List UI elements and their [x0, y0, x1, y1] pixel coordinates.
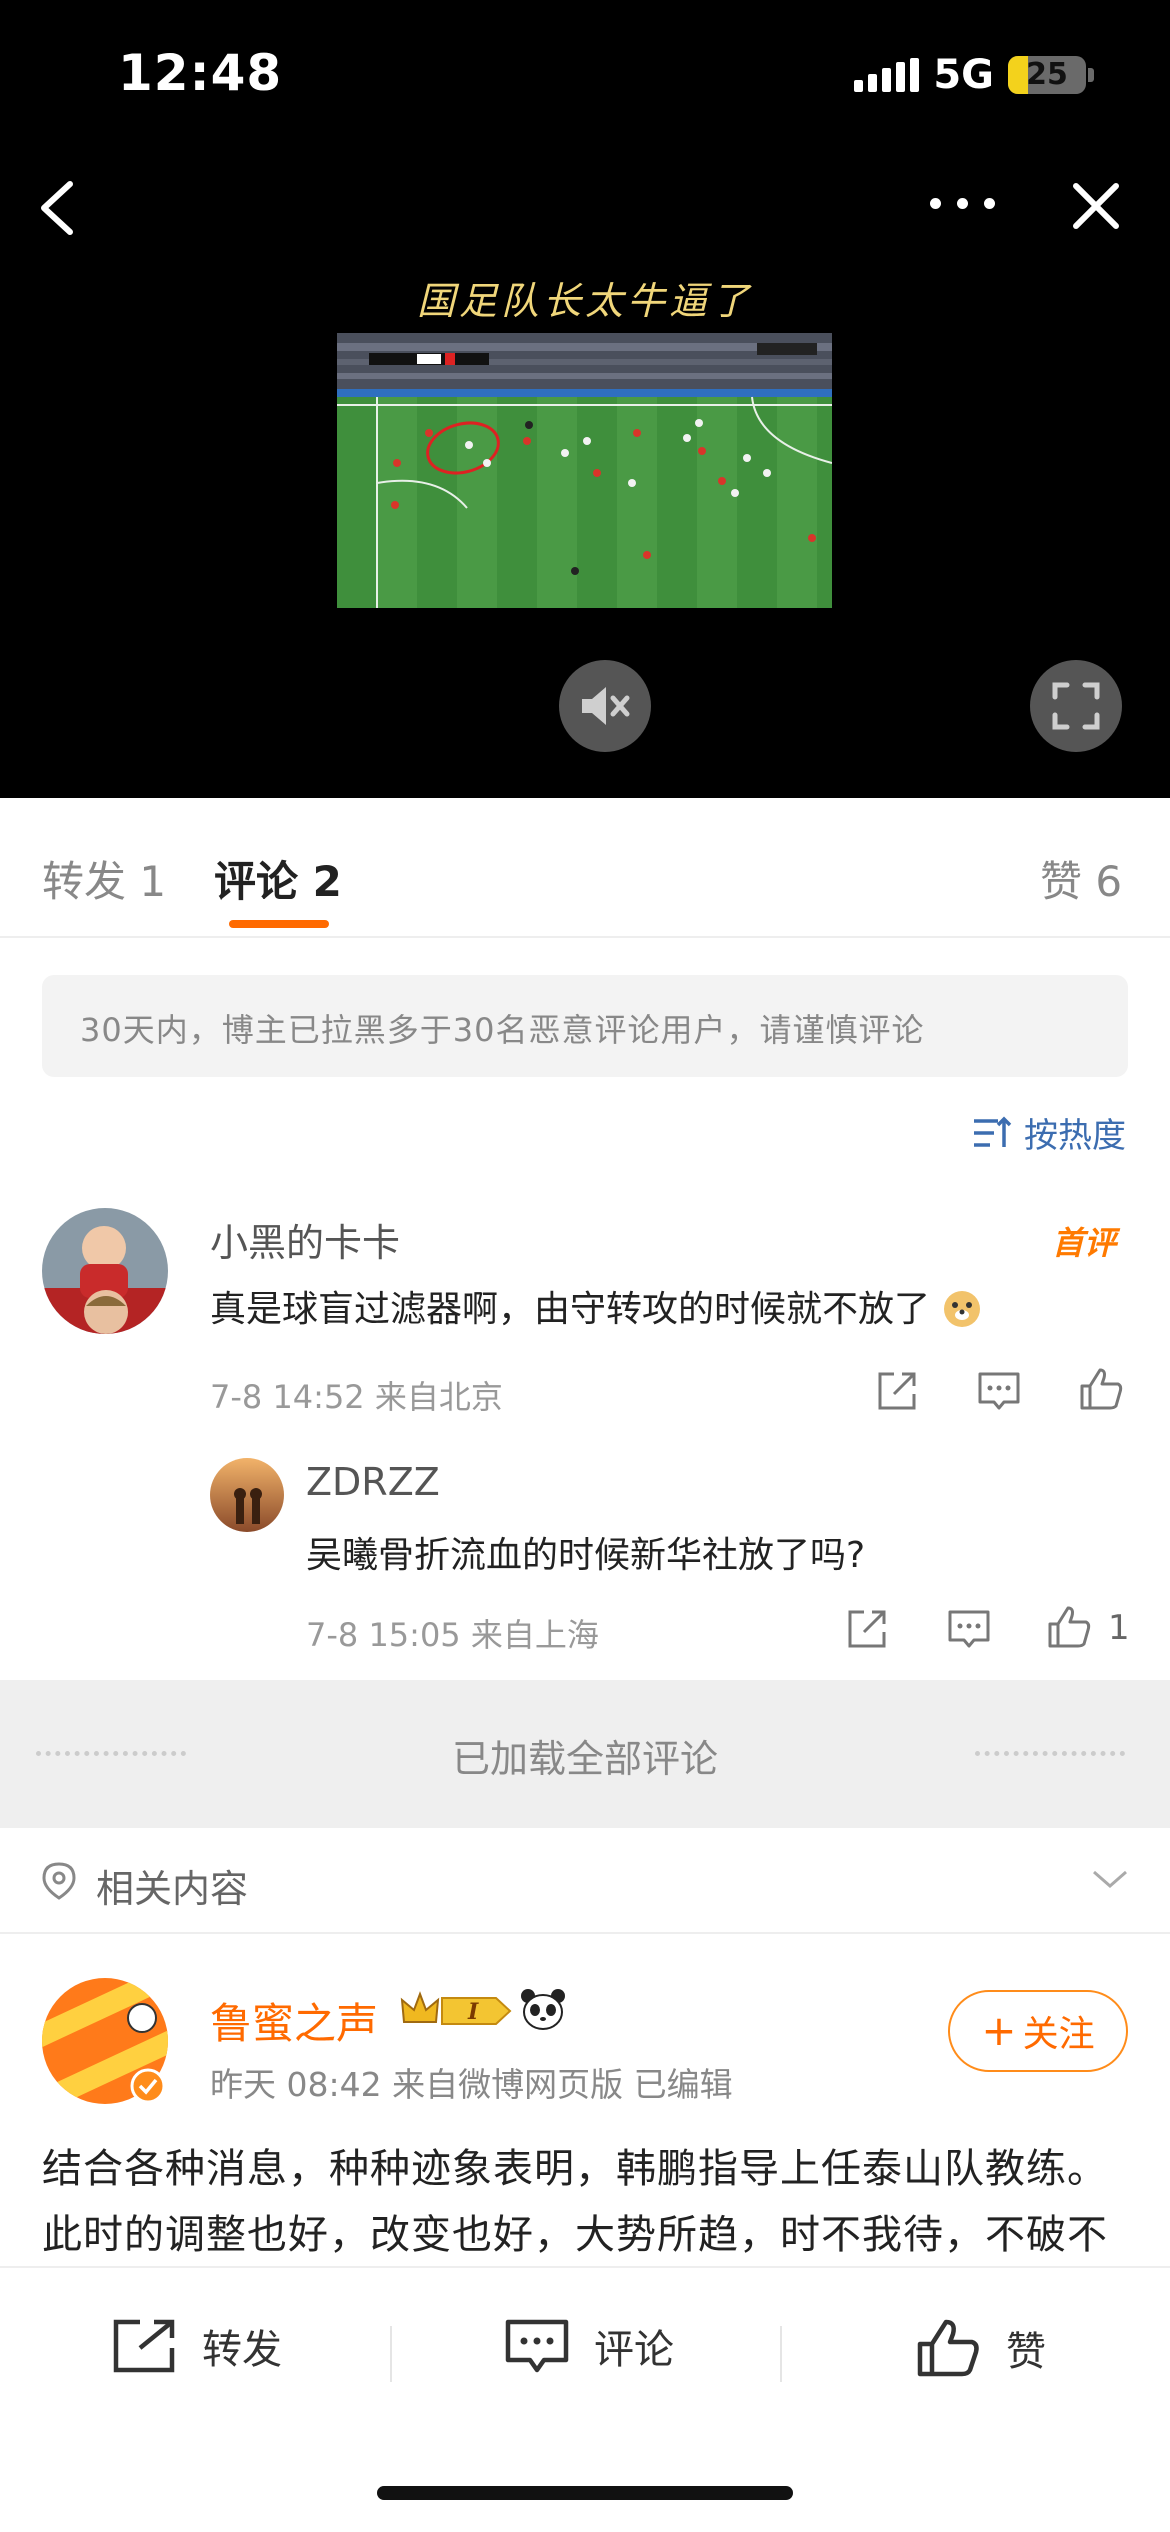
follow-label: 关注 — [1022, 2014, 1095, 2055]
like-label: 赞 — [1006, 2329, 1046, 2375]
comment-icon[interactable] — [974, 1366, 1024, 1416]
tab-bar: 转发 1 评论 2 赞 6 — [0, 798, 1170, 938]
video-player[interactable]: 国足队长太牛逼了 — [0, 150, 1170, 798]
follow-button[interactable]: + 关注 — [948, 1990, 1128, 2072]
status-indicators: 5G 25 — [854, 52, 1094, 98]
reply-meta: 7-8 15:05 来自上海 — [306, 1616, 599, 1654]
battery-percent: 25 — [1026, 57, 1068, 92]
mute-button[interactable] — [559, 660, 651, 752]
all-comments-loaded: 已加载全部评论 — [0, 1680, 1170, 1828]
repost-label: 转发 — [202, 2327, 282, 2373]
divider — [780, 2326, 782, 2382]
comment-username[interactable]: 小黑的卡卡 — [210, 1212, 400, 1267]
repost-button[interactable]: 转发 — [110, 2316, 282, 2376]
signal-icon — [854, 58, 920, 92]
comment-button[interactable]: 评论 — [502, 2316, 674, 2376]
commenter-avatar-image — [42, 1208, 168, 1334]
reply-avatar[interactable] — [210, 1458, 284, 1532]
active-tab-indicator — [229, 920, 329, 928]
repost-icon — [113, 2319, 175, 2373]
more-icon[interactable] — [930, 198, 1000, 218]
battery-icon: 25 — [1008, 56, 1086, 94]
comment-notice: 30天内，博主已拉黑多于30名恶意评论用户，请谨慎评论 — [42, 975, 1128, 1077]
reply-avatar-image — [210, 1458, 284, 1532]
reply-like-count: 1 — [1108, 1608, 1130, 1648]
close-icon[interactable] — [1070, 180, 1122, 232]
post-meta: 昨天 08:42 来自微博网页版 已编辑 — [210, 2065, 733, 2104]
related-label: 相关内容 — [96, 1867, 249, 1911]
network-type: 5G — [933, 52, 994, 98]
bottom-action-bar: 转发 评论 赞 — [0, 2266, 1170, 2532]
fullscreen-button[interactable] — [1030, 660, 1122, 752]
panda-icon — [521, 1989, 565, 2030]
tab-like[interactable]: 赞 6 — [1040, 848, 1122, 909]
video-caption: 国足队长太牛逼了 — [416, 279, 753, 323]
divider — [975, 1751, 1125, 1756]
status-time: 12:48 — [118, 44, 283, 102]
level-badge-text: I — [467, 1999, 479, 2025]
comment-label: 评论 — [594, 2327, 674, 2373]
like-icon — [917, 2319, 979, 2377]
back-icon[interactable] — [34, 178, 80, 238]
reply-text: 吴曦骨折流血的时候新华社放了吗? — [306, 1535, 866, 1576]
sort-label: 按热度 — [1024, 1116, 1126, 1156]
post-username[interactable]: 鲁蜜之声 — [210, 1990, 378, 2051]
comment-icon — [505, 2319, 569, 2373]
doge-emoji-icon — [944, 1291, 981, 1327]
like-icon[interactable] — [1076, 1364, 1126, 1414]
video-frame[interactable] — [337, 333, 832, 608]
post-text[interactable]: 结合各种消息，种种迹象表明，韩鹏指导上任泰山队教练。此时的调整也好，改变也好，大… — [42, 2136, 1132, 2268]
sort-button[interactable]: 按热度 — [972, 1108, 1126, 1157]
fullscreen-icon — [1052, 682, 1100, 730]
chevron-down-icon[interactable] — [1090, 1866, 1130, 1892]
plus-icon: + — [981, 2006, 1017, 2055]
tab-repost[interactable]: 转发 1 — [42, 848, 166, 909]
comment-text-content: 真是球盲过滤器啊，由守转攻的时候就不放了 — [210, 1289, 931, 1330]
comment-text: 真是球盲过滤器啊，由守转攻的时候就不放了 — [210, 1280, 983, 1332]
share-icon[interactable] — [872, 1366, 922, 1416]
first-comment-badge: 首评 — [1052, 1224, 1117, 1262]
like-icon[interactable] — [1044, 1602, 1094, 1652]
like-button[interactable]: 赞 — [914, 2316, 1046, 2380]
mute-icon — [582, 687, 630, 725]
level-badge-icon: I — [400, 1991, 512, 2025]
reply-username[interactable]: ZDRZZ — [306, 1460, 440, 1504]
share-icon[interactable] — [842, 1604, 892, 1654]
verified-badge-icon — [130, 2068, 166, 2104]
location-pin-icon — [42, 1862, 76, 1900]
avatar[interactable] — [42, 1208, 168, 1334]
divider — [390, 2326, 392, 2382]
post-avatar[interactable] — [42, 1978, 168, 2104]
status-bar: 12:48 5G 25 — [0, 0, 1170, 150]
related-content-header[interactable]: 相关内容 — [0, 1828, 1170, 1934]
tab-comment[interactable]: 评论 2 — [214, 848, 342, 909]
comment-meta: 7-8 14:52 来自北京 — [210, 1378, 503, 1416]
comment-icon[interactable] — [944, 1604, 994, 1654]
battery-tip — [1088, 68, 1094, 82]
home-indicator[interactable] — [377, 2486, 793, 2500]
sort-icon — [974, 1116, 1012, 1147]
